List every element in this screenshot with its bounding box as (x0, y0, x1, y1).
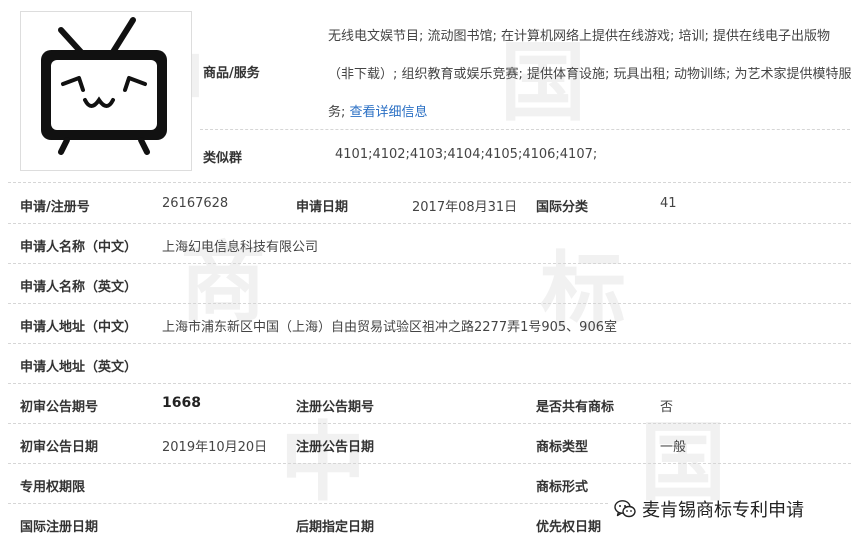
goods-services-text: 无线电文娱节目; 流动图书馆; 在计算机网络上提供在线游戏; 培训; 提供在线电… (328, 18, 853, 132)
application-date-value: 2017年08月31日 (412, 200, 518, 215)
registration-number-label: 申请/注册号 (20, 200, 90, 215)
divider (200, 129, 850, 130)
shared-trademark-label: 是否共有商标 (536, 400, 615, 415)
applicant-address-cn-value: 上海市浦东新区中国（上海）自由贸易试验区祖冲之路2277弄1号905、906室 (162, 320, 617, 335)
similar-group-label: 类似群 (203, 151, 243, 166)
applicant-name-cn-label: 申请人名称（中文） (20, 240, 138, 255)
shared-trademark-value: 否 (660, 400, 674, 415)
prelim-date-label: 初审公告日期 (20, 440, 99, 455)
applicant-name-en-label: 申请人名称（英文） (20, 280, 138, 295)
publisher-badge: 麦肯锡商标专利申请 (614, 496, 804, 522)
divider (8, 463, 851, 464)
reg-issue-number-label: 注册公告期号 (296, 400, 375, 415)
applicant-address-en-label: 申请人地址（英文） (20, 360, 138, 375)
prelim-issue-number-label: 初审公告期号 (20, 400, 99, 415)
view-details-link[interactable]: 查看详细信息 (350, 105, 428, 120)
wechat-icon (614, 500, 636, 518)
divider (8, 383, 851, 384)
applicant-address-cn-label: 申请人地址（中文） (20, 320, 138, 335)
applicant-name-cn-value: 上海幻电信息科技有限公司 (162, 240, 319, 255)
trademark-type-value: 一般 (660, 440, 687, 455)
trademark-type-label: 商标类型 (536, 440, 589, 455)
divider (8, 503, 608, 504)
divider (8, 423, 851, 424)
reg-date-label: 注册公告日期 (296, 440, 375, 455)
prelim-date-value: 2019年10月20日 (162, 440, 268, 455)
divider (8, 343, 851, 344)
intl-class-value: 41 (660, 196, 677, 211)
goods-services-label: 商品/服务 (203, 66, 260, 81)
divider (8, 263, 851, 264)
prelim-issue-number-value: 1668 (162, 395, 201, 411)
divider (8, 182, 851, 183)
similar-group-value: 4101;4102;4103;4104;4105;4106;4107; (335, 147, 598, 162)
intl-reg-date-label: 国际注册日期 (20, 520, 99, 535)
divider (8, 223, 851, 224)
trademark-form-label: 商标形式 (536, 480, 589, 495)
exclusive-term-label: 专用权期限 (20, 480, 86, 495)
intl-class-label: 国际分类 (536, 200, 589, 215)
publisher-name: 麦肯锡商标专利申请 (642, 500, 804, 521)
application-date-label: 申请日期 (296, 200, 349, 215)
trademark-image (20, 11, 192, 171)
tv-mascot-icon (41, 17, 167, 155)
priority-date-label: 优先权日期 (536, 520, 602, 535)
registration-number-value: 26167628 (162, 196, 229, 211)
later-designation-date-label: 后期指定日期 (296, 520, 375, 535)
divider (8, 303, 851, 304)
